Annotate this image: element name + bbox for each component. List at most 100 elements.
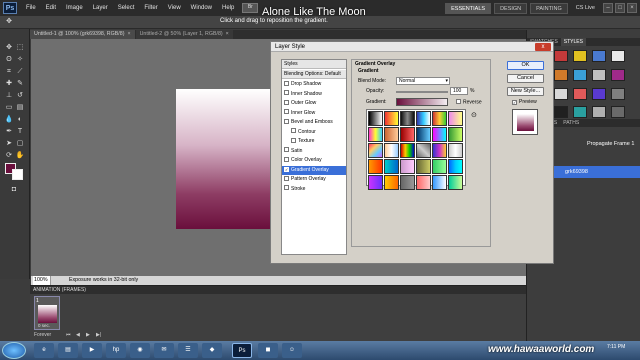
checkbox-icon[interactable] (284, 90, 289, 95)
dialog-close-button[interactable]: x (535, 43, 551, 51)
ie-icon[interactable]: e (34, 343, 54, 358)
ok-button[interactable]: OK (507, 61, 544, 70)
marquee-icon[interactable]: ⬚ (15, 43, 25, 53)
close-icon[interactable]: × (627, 3, 637, 13)
animation-frame[interactable]: 1 0 sec. (34, 296, 60, 330)
document-image[interactable] (176, 89, 280, 229)
checkbox-icon[interactable] (284, 156, 289, 162)
style-preset-swatch[interactable] (573, 87, 587, 100)
magic-wand-icon[interactable]: ✧ (15, 55, 25, 65)
tab-untitled-1[interactable]: Untitled-1 @ 100% (grk69398, RGB/8) × (30, 30, 135, 39)
tab-untitled-2[interactable]: Untitled-2 @ 50% (Layer 1, RGB/8) × (135, 30, 233, 39)
quick-mask-icon[interactable]: ◘ (9, 185, 19, 195)
pen-icon[interactable]: ✒ (4, 127, 14, 137)
effect-item[interactable]: Texture (282, 137, 346, 146)
dodge-icon[interactable]: ◐ (15, 115, 25, 125)
gradient-preset-swatch[interactable] (368, 175, 383, 190)
gradient-preset-swatch[interactable] (432, 159, 447, 174)
opacity-slider[interactable] (396, 91, 448, 93)
cs-live-button[interactable]: CS Live (576, 5, 595, 11)
tab-close-icon[interactable]: × (226, 31, 229, 37)
minimize-icon[interactable]: – (603, 3, 613, 13)
play-icon[interactable]: ▶ (86, 332, 90, 338)
maximize-icon[interactable]: □ (615, 3, 625, 13)
checkbox-icon[interactable] (284, 80, 289, 86)
menu-file[interactable]: File (21, 0, 41, 16)
checkbox-icon[interactable] (284, 175, 289, 181)
effect-item[interactable]: Inner Glow (282, 109, 346, 118)
app-icon[interactable]: ◼ (258, 343, 278, 358)
app-icon[interactable]: ◆ (202, 343, 222, 358)
hp-icon[interactable]: hp (106, 343, 126, 358)
gradient-preset-swatch[interactable] (368, 127, 383, 142)
next-frame-icon[interactable]: ▶| (96, 332, 101, 338)
effect-item[interactable]: Bevel and Emboss (282, 118, 346, 127)
preview-checkbox[interactable]: ✓ Preview (512, 99, 537, 105)
move-tool-icon[interactable]: ✥ (4, 17, 14, 27)
gradient-preset-swatch[interactable] (384, 111, 399, 126)
healing-brush-icon[interactable]: ✚ (4, 79, 14, 89)
frame-delay[interactable]: 0 sec. (38, 323, 50, 328)
effect-item[interactable]: Pattern Overlay (282, 175, 346, 184)
path-selection-icon[interactable]: ➤ (4, 139, 14, 149)
checkbox-icon[interactable] (291, 128, 296, 133)
style-preset-swatch[interactable] (592, 106, 606, 119)
effect-item[interactable]: Contour (282, 128, 346, 137)
gradient-preset-swatch[interactable] (416, 111, 431, 126)
effect-item[interactable]: Color Overlay (282, 156, 346, 165)
effect-item[interactable]: Satin (282, 147, 346, 156)
checkbox-icon[interactable]: ✓ (284, 167, 289, 172)
checkbox-icon[interactable] (284, 109, 289, 114)
style-preset-swatch[interactable] (611, 50, 625, 62)
menu-filter[interactable]: Filter (139, 0, 162, 16)
photoshop-taskbar-icon[interactable]: Ps (232, 343, 252, 358)
effect-item[interactable]: Outer Glow (282, 99, 346, 108)
gradient-preset-swatch[interactable] (448, 175, 463, 190)
style-preset-swatch[interactable] (611, 68, 625, 81)
effect-item[interactable]: Drop Shadow (282, 80, 346, 89)
tab-close-icon[interactable]: × (127, 31, 130, 37)
picker-menu-icon[interactable]: ⊙ (471, 111, 477, 119)
blending-options-item[interactable]: Blending Options: Default (282, 70, 346, 79)
gradient-preset-swatch[interactable] (448, 159, 463, 174)
gradient-preset-swatch[interactable] (448, 111, 463, 126)
style-preset-swatch[interactable] (573, 106, 587, 119)
gradient-preset-swatch[interactable] (416, 159, 431, 174)
style-preset-swatch[interactable] (592, 50, 606, 62)
checkbox-icon[interactable] (284, 185, 289, 190)
gradient-preset-swatch[interactable] (432, 175, 447, 190)
style-preset-swatch[interactable] (554, 87, 568, 100)
gradient-preview-bar[interactable] (396, 98, 448, 106)
media-player-icon[interactable]: ▶ (82, 343, 102, 358)
loop-select[interactable]: Forever (34, 332, 51, 338)
clone-stamp-icon[interactable]: ⊥ (4, 91, 14, 101)
style-preset-swatch[interactable] (573, 50, 587, 62)
checkbox-icon[interactable] (284, 99, 289, 105)
effect-item[interactable]: Inner Shadow (282, 90, 346, 99)
background-color-swatch[interactable] (12, 169, 23, 180)
prev-frame-icon[interactable]: ◀ (76, 332, 80, 338)
checkbox-icon[interactable] (284, 118, 289, 124)
blend-mode-select[interactable]: Normal ▾ (396, 77, 450, 85)
blur-icon[interactable]: 💧 (4, 115, 14, 125)
gradient-preset-swatch[interactable] (384, 127, 399, 142)
app-icon[interactable]: ☺ (282, 343, 302, 358)
shape-icon[interactable]: ▢ (15, 139, 25, 149)
cancel-button[interactable]: Cancel (507, 74, 544, 83)
gradient-preset-swatch[interactable] (448, 127, 463, 142)
gradient-preset-swatch[interactable] (432, 127, 447, 142)
reverse-checkbox[interactable]: Reverse (456, 99, 482, 106)
style-preset-swatch[interactable] (592, 87, 606, 100)
menu-view[interactable]: View (163, 0, 186, 16)
zoom-level-field[interactable]: 100% (33, 276, 51, 285)
menu-layer[interactable]: Layer (88, 0, 113, 16)
start-button[interactable] (2, 342, 26, 359)
eraser-icon[interactable]: ▭ (4, 103, 14, 113)
style-preset-swatch[interactable] (554, 50, 568, 62)
style-preset-swatch[interactable] (611, 87, 625, 100)
tab-styles[interactable]: STYLES (560, 38, 586, 46)
style-preset-swatch[interactable] (554, 106, 568, 119)
gradient-preset-swatch[interactable] (416, 143, 431, 158)
gradient-preset-swatch[interactable] (400, 159, 415, 174)
styles-item[interactable]: Styles (282, 60, 346, 69)
